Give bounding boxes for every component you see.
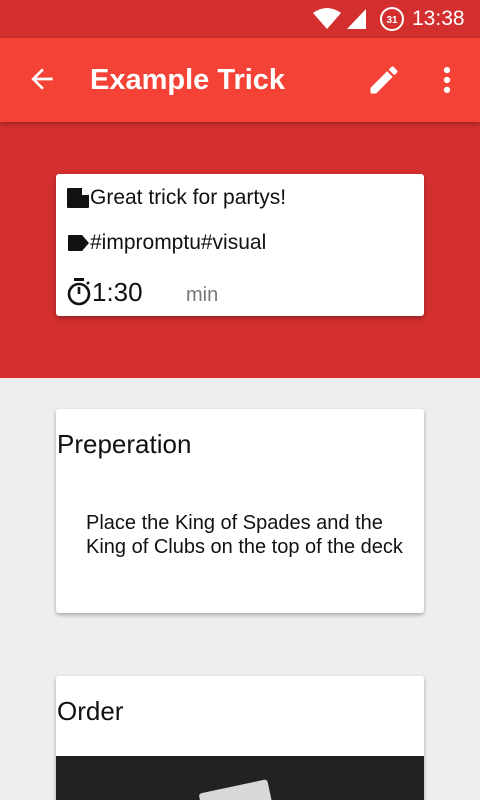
- preparation-text: Place the King of Spades and the King of…: [86, 512, 403, 558]
- order-image: [56, 756, 424, 800]
- edit-pencil-icon[interactable]: [366, 62, 402, 98]
- trick-description: Great trick for partys!: [90, 186, 287, 209]
- description-row: Great trick for partys!: [66, 185, 286, 211]
- duration-value: 1:30: [92, 277, 143, 307]
- page-title: Example Trick: [90, 64, 286, 96]
- calendar-day-label: 31: [386, 15, 398, 26]
- status-bar: 31 13:38: [0, 0, 480, 38]
- duration-row: 1:30: [66, 276, 143, 308]
- note-icon: [67, 188, 89, 208]
- order-title: Order: [57, 696, 124, 726]
- playing-card-image: [198, 779, 276, 800]
- wifi-icon: [313, 8, 341, 29]
- back-arrow-icon[interactable]: [26, 63, 58, 95]
- trick-tags: #impromptu#visual: [90, 231, 267, 254]
- calendar-notification-icon: 31: [380, 7, 404, 31]
- preparation-title: Preperation: [57, 429, 192, 459]
- tags-row: #impromptu#visual: [66, 230, 266, 256]
- timer-icon: [67, 278, 91, 306]
- label-tag-icon: [68, 235, 89, 251]
- duration-unit: min: [186, 284, 219, 306]
- cell-signal-icon: [347, 9, 366, 29]
- status-time: 13:38: [412, 7, 465, 30]
- app-bar: Example Trick: [0, 38, 480, 122]
- more-options-icon[interactable]: [430, 62, 464, 98]
